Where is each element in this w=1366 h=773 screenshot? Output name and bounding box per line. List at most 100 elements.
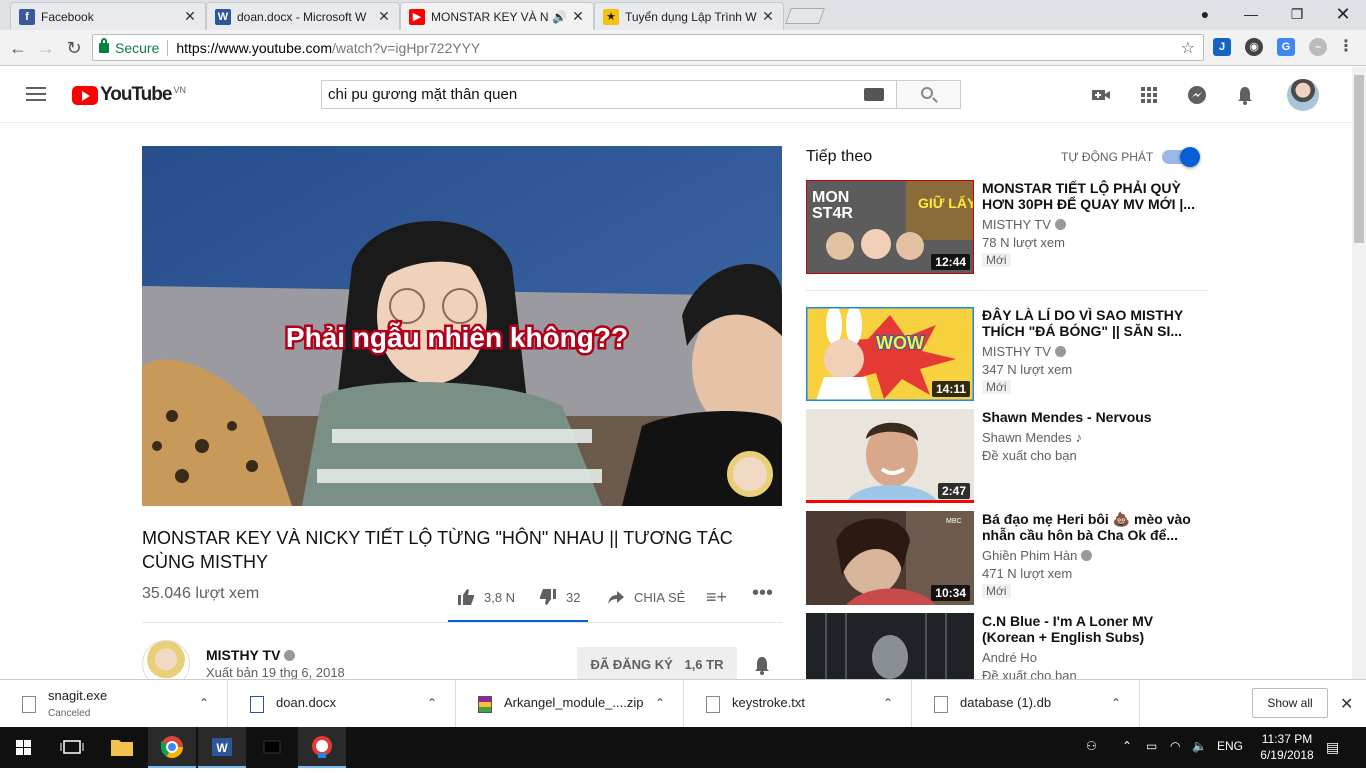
- scrollbar-thumb[interactable]: [1354, 75, 1364, 243]
- video-duration: 12:44: [931, 254, 970, 270]
- close-tab-icon[interactable]: ✕: [377, 8, 391, 25]
- page-scrollbar[interactable]: [1352, 67, 1366, 679]
- video-thumbnail[interactable]: MBC 10:34: [806, 511, 974, 605]
- people-icon[interactable]: ⚇: [1086, 739, 1097, 753]
- channel-name-text: Ghiền Phim Hàn: [982, 548, 1078, 563]
- subscribed-button[interactable]: ĐÃ ĐĂNG KÝ 1,6 TR: [577, 647, 737, 683]
- dislike-button[interactable]: 32: [538, 587, 580, 607]
- tab-word-doc[interactable]: W doan.docx - Microsoft W ✕: [206, 2, 400, 30]
- up-next-video-card[interactable]: 2:47 Shawn Mendes - Nervous Shawn Mendes…: [806, 409, 1208, 503]
- like-button[interactable]: 3,8 N: [456, 587, 515, 607]
- action-center-icon[interactable]: ▤: [1326, 739, 1339, 756]
- share-button[interactable]: CHIA SẺ: [606, 587, 685, 607]
- bookmark-star-icon[interactable]: ☆: [1181, 38, 1195, 58]
- minimize-button[interactable]: —: [1228, 0, 1274, 28]
- video-player[interactable]: Phải ngẫu nhiên không??: [142, 146, 782, 506]
- messages-icon[interactable]: [1187, 85, 1207, 105]
- video-title[interactable]: Shawn Mendes - Nervous: [982, 409, 1198, 425]
- video-title[interactable]: ĐÂY LÀ LÍ DO VÌ SAO MISTHY THÍCH "ĐÁ BÓN…: [982, 307, 1198, 339]
- download-item[interactable]: snagit.exe Canceled ⌃: [0, 680, 228, 728]
- chevron-up-icon[interactable]: ⌃: [427, 696, 437, 710]
- close-tab-icon[interactable]: ✕: [183, 8, 197, 25]
- taskbar-word[interactable]: W: [198, 727, 246, 768]
- youtube-logo[interactable]: YouTube VN: [72, 84, 186, 106]
- speaker-icon[interactable]: 🔊: [552, 10, 567, 24]
- word-icon: W: [215, 8, 231, 25]
- tab-facebook[interactable]: f Facebook ✕: [10, 2, 206, 30]
- up-next-video-card[interactable]: MBC 10:34 Bá đạo mẹ Heri bôi 💩 mèo vào n…: [806, 511, 1208, 605]
- profile-icon[interactable]: ●: [1182, 0, 1228, 28]
- show-all-downloads-button[interactable]: Show all: [1252, 688, 1328, 718]
- up-next-video-card[interactable]: C.N Blue - I'm A Loner MV (Korean + Engl…: [806, 613, 1208, 679]
- secure-indicator[interactable]: Secure: [99, 37, 159, 56]
- add-to-playlist-icon[interactable]: ≡+: [706, 587, 727, 608]
- up-next-video-card[interactable]: MON ST4R GIỮ LẤY 12:44 MONSTAR TIẾT LỘ PHẢ…: [806, 180, 1208, 274]
- logo-text: YouTube: [100, 84, 172, 105]
- chevron-up-icon[interactable]: ⌃: [883, 696, 893, 710]
- wifi-icon[interactable]: ◠: [1170, 739, 1180, 753]
- battery-icon[interactable]: ▭: [1146, 739, 1157, 753]
- show-hidden-icons-chevron[interactable]: ⌃: [1122, 739, 1132, 753]
- video-thumbnail[interactable]: [806, 613, 974, 679]
- extension-gray-icon[interactable]: –: [1309, 38, 1327, 56]
- close-tab-icon[interactable]: ✕: [571, 8, 585, 25]
- reload-icon[interactable]: ↻: [62, 36, 86, 60]
- forward-icon[interactable]: →: [34, 36, 58, 60]
- download-filename: database (1).db: [960, 695, 1052, 710]
- tab-youtube-video[interactable]: ▶ MONSTAR KEY VÀ NIC 🔊 ✕: [400, 2, 594, 30]
- start-button[interactable]: [0, 727, 48, 768]
- input-language[interactable]: ENG: [1217, 739, 1243, 753]
- account-avatar[interactable]: [1287, 79, 1319, 111]
- close-downloads-icon[interactable]: ✕: [1340, 694, 1353, 714]
- taskbar-terminal[interactable]: [248, 727, 296, 768]
- taskbar-chrome[interactable]: [148, 727, 196, 768]
- exe-file-icon: [22, 696, 36, 713]
- video-title[interactable]: Bá đạo mẹ Heri bôi 💩 mèo vào nhẫn cầu hô…: [982, 511, 1198, 543]
- autoplay-toggle[interactable]: [1162, 147, 1200, 167]
- restore-button[interactable]: ❐: [1274, 0, 1320, 28]
- search-button[interactable]: [896, 80, 961, 109]
- channel-name: MISTHY TV: [982, 344, 1066, 359]
- more-actions-icon[interactable]: •••: [752, 582, 773, 605]
- notifications-bell-icon[interactable]: [1235, 85, 1255, 105]
- close-tab-icon[interactable]: ✕: [761, 8, 775, 25]
- video-title[interactable]: C.N Blue - I'm A Loner MV (Korean + Engl…: [982, 613, 1198, 645]
- video-thumbnail[interactable]: 2:47: [806, 409, 974, 503]
- notification-bell-icon[interactable]: [752, 655, 772, 677]
- tab-title: Facebook: [41, 9, 94, 24]
- download-item[interactable]: Arkangel_module_....zip ⌃: [456, 680, 684, 728]
- guide-menu-icon[interactable]: [26, 87, 46, 101]
- apps-grid-icon[interactable]: [1139, 85, 1159, 105]
- video-thumbnail[interactable]: WOW 14:11: [806, 307, 974, 401]
- new-tab-button[interactable]: [785, 8, 825, 24]
- volume-icon[interactable]: 🔈: [1192, 739, 1207, 753]
- tab-jobs[interactable]: ★ Tuyển dụng Lập Trình Wi ✕: [594, 2, 784, 30]
- download-item[interactable]: doan.docx ⌃: [228, 680, 456, 728]
- video-title: MONSTAR KEY VÀ NICKY TIẾT LỘ TỪNG "HÔN" …: [142, 528, 733, 572]
- address-bar[interactable]: Secure https://www.youtube.com/watch?v=i…: [92, 34, 1204, 61]
- create-video-icon[interactable]: [1091, 85, 1111, 105]
- translate-icon[interactable]: G: [1277, 38, 1295, 56]
- up-next-video-card[interactable]: WOW 14:11 ĐÂY LÀ LÍ DO VÌ SAO MISTHY THÍ…: [806, 307, 1208, 401]
- chevron-up-icon[interactable]: ⌃: [655, 696, 665, 710]
- chevron-up-icon[interactable]: ⌃: [199, 696, 209, 710]
- menu-icon[interactable]: ⋮: [1337, 38, 1355, 56]
- chevron-up-icon[interactable]: ⌃: [1111, 696, 1121, 710]
- video-thumbnail[interactable]: MON ST4R GIỮ LẤY 12:44: [806, 180, 974, 274]
- download-item[interactable]: keystroke.txt ⌃: [684, 680, 912, 728]
- extension-record-icon[interactable]: ◉: [1245, 38, 1263, 56]
- url-text[interactable]: https://www.youtube.com/watch?v=igHpr722…: [176, 40, 480, 56]
- channel-name[interactable]: MISTHY TV: [206, 647, 296, 663]
- extension-j-icon[interactable]: J: [1213, 38, 1231, 56]
- task-view-button[interactable]: [48, 727, 96, 768]
- search-input[interactable]: chi pu gương mặt thân quen: [321, 80, 897, 109]
- close-window-button[interactable]: ✕: [1320, 0, 1366, 28]
- download-item[interactable]: database (1).db ⌃: [912, 680, 1140, 728]
- video-title[interactable]: MONSTAR TIẾT LỘ PHẢI QUỲ HƠN 30PH ĐỂ QUA…: [982, 180, 1198, 212]
- back-icon[interactable]: ←: [6, 36, 30, 60]
- taskbar-snagit[interactable]: [298, 727, 346, 768]
- system-clock[interactable]: 11:37 PM 6/19/2018: [1252, 731, 1322, 763]
- keyboard-icon[interactable]: [864, 88, 884, 101]
- taskbar-file-explorer[interactable]: [98, 727, 146, 768]
- view-count: 78 N lượt xem: [982, 235, 1065, 250]
